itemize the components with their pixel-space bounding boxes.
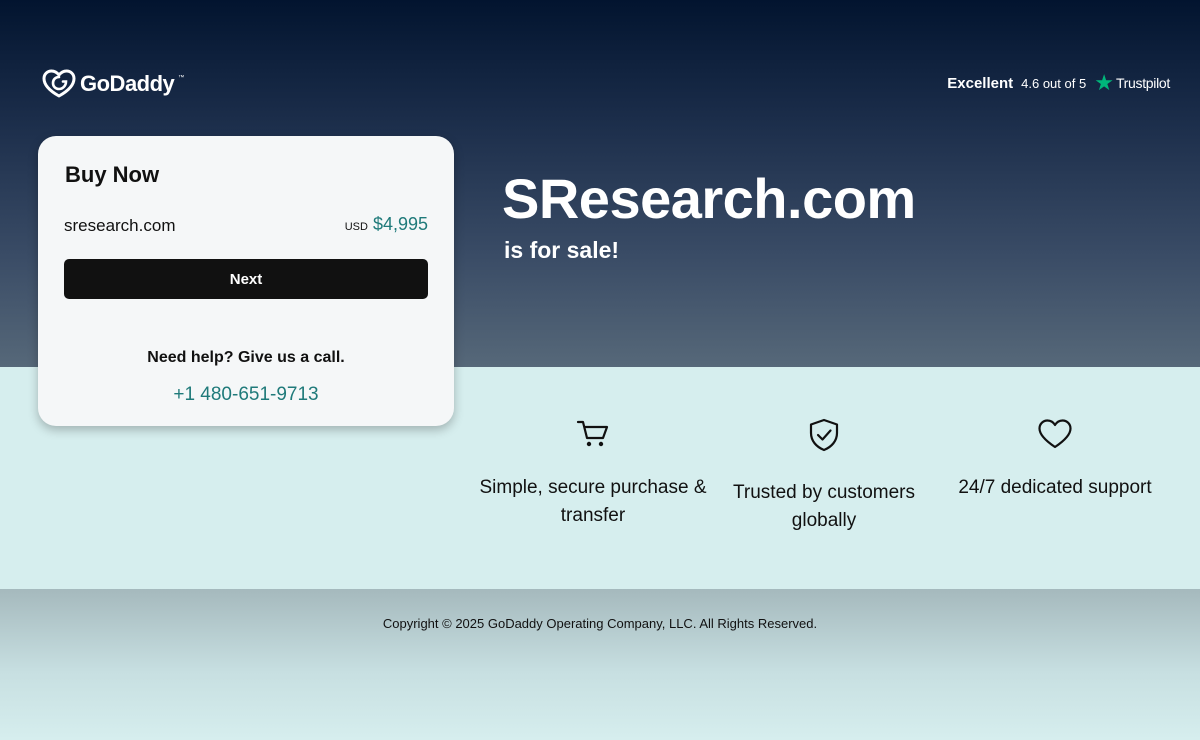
price-currency: USD xyxy=(344,221,368,233)
trustpilot-star-icon: ★ xyxy=(1094,70,1114,95)
godaddy-logo-icon xyxy=(42,69,76,98)
shopping-cart-icon xyxy=(576,420,609,447)
shield-check-icon xyxy=(809,418,839,452)
rating-score: 4.6 out of 5 xyxy=(1021,75,1087,91)
heart-icon xyxy=(1038,419,1072,449)
domain-price: USD $4,995 xyxy=(345,214,428,235)
card-title: Buy Now xyxy=(65,162,160,187)
copyright-text: Copyright © 2025 GoDaddy Operating Compa… xyxy=(382,616,818,631)
feature-support: 24/7 dedicated support xyxy=(940,418,1170,502)
next-button[interactable]: Next xyxy=(64,259,428,299)
rating-label: Excellent xyxy=(947,74,1014,92)
trustpilot-rating[interactable]: Excellent 4.6 out of 5 ★ Trustpilot xyxy=(947,72,1170,94)
feature-label: Trusted by customers globally xyxy=(733,482,915,531)
brand-trademark: ™ xyxy=(178,75,185,81)
feature-secure-purchase: Simple, secure purchase & transfer xyxy=(478,418,708,530)
feature-label: Simple, secure purchase & transfer xyxy=(479,477,707,526)
feature-label: 24/7 dedicated support xyxy=(958,477,1152,498)
feature-trusted: Trusted by customers globally xyxy=(709,418,939,535)
brand-name: GoDaddy xyxy=(80,71,175,96)
trustpilot-name: Trustpilot xyxy=(1115,75,1170,91)
footer xyxy=(0,589,1200,740)
help-text: Need help? Give us a call. xyxy=(147,349,345,366)
buy-now-card: Buy Now sresearch.com USD $4,995 Next Ne… xyxy=(38,136,454,426)
price-amount: $4,995 xyxy=(372,214,428,234)
page-subtitle: is for sale! xyxy=(504,237,620,263)
page-title: SResearch.com xyxy=(502,167,916,230)
phone-link[interactable]: +1 480-651-9713 xyxy=(38,384,454,406)
godaddy-logo[interactable]: GoDaddy ™ xyxy=(42,69,184,99)
domain-name: sresearch.com xyxy=(64,216,176,235)
